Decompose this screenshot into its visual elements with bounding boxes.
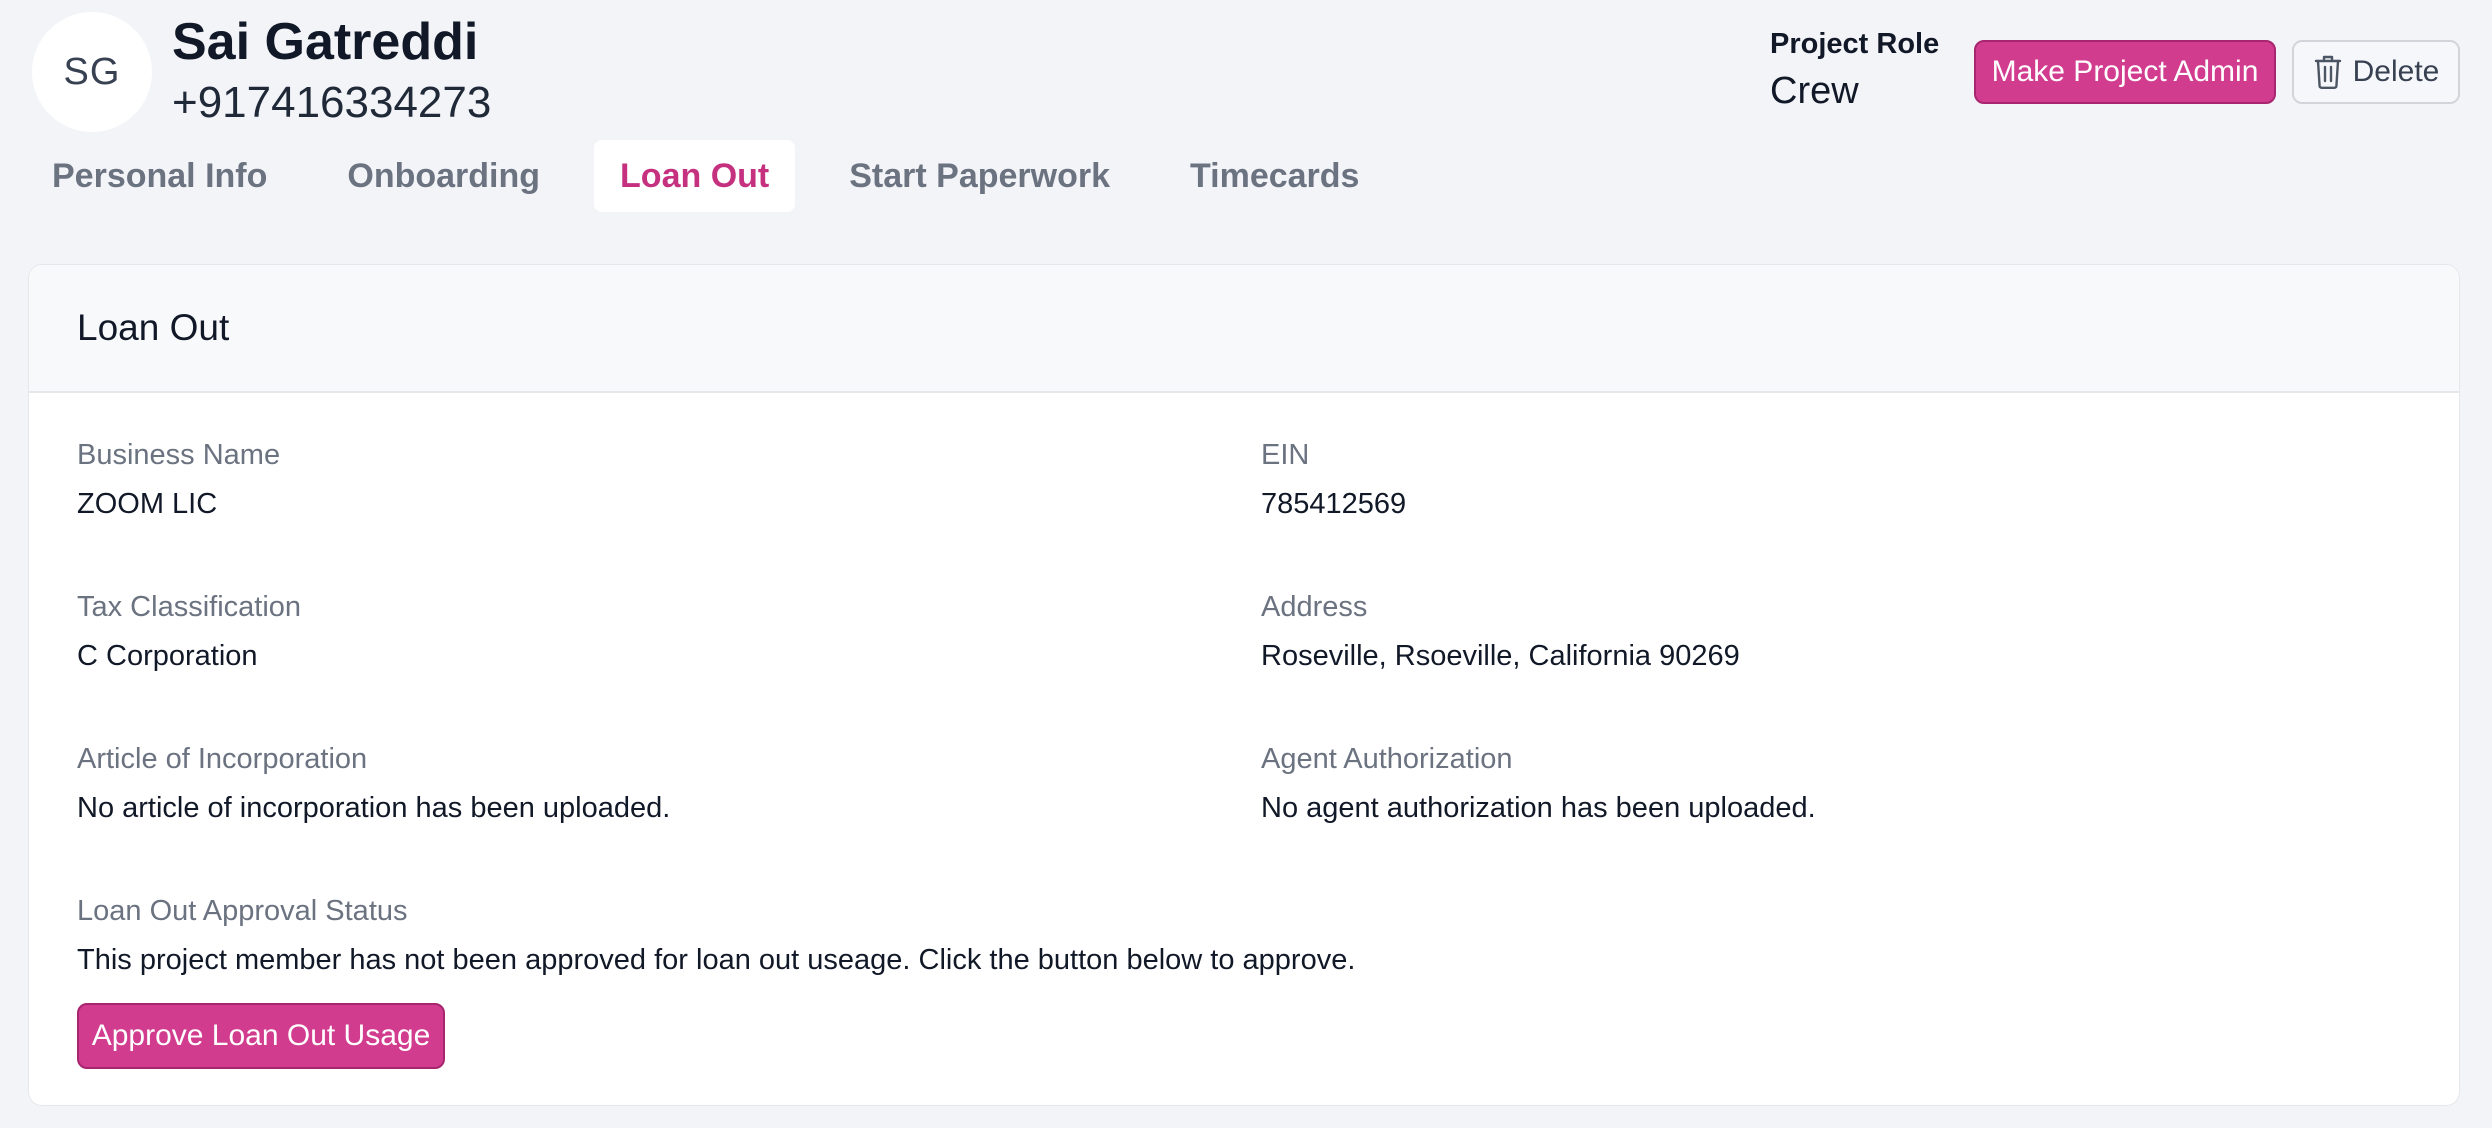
ein-field: EIN 785412569 — [1261, 439, 1406, 521]
tax-classification-label: Tax Classification — [77, 591, 302, 623]
article-value: No article of incorporation has been upl… — [77, 792, 671, 824]
business-name-value: ZOOM LIC — [77, 488, 218, 520]
agent-value: No agent authorization has been uploaded… — [1261, 792, 1816, 824]
trash-icon — [2313, 54, 2343, 90]
avatar-initials: SG — [63, 50, 121, 93]
tab-loan-out[interactable]: Loan Out — [594, 140, 796, 212]
approve-loan-out-button[interactable]: Approve Loan Out Usage — [77, 1003, 445, 1069]
tax-classification-value: C Corporation — [77, 640, 258, 672]
approval-status-field: Loan Out Approval Status This project me… — [77, 895, 1355, 977]
address-field: Address Roseville, Rsoeville, California… — [1261, 591, 1740, 673]
member-tabs: Personal Info Onboarding Loan Out Start … — [26, 140, 1413, 212]
project-role-value: Crew — [1770, 70, 1859, 112]
approval-status-label: Loan Out Approval Status — [77, 895, 408, 927]
address-label: Address — [1261, 591, 1368, 623]
project-role-label: Project Role — [1770, 28, 1940, 60]
article-of-incorporation-field: Article of Incorporation No article of i… — [77, 743, 670, 825]
member-name: Sai Gatreddi — [172, 13, 479, 71]
tab-personal-info[interactable]: Personal Info — [26, 140, 293, 212]
delete-label: Delete — [2352, 55, 2440, 88]
card-title: Loan Out — [77, 307, 230, 348]
tab-onboarding[interactable]: Onboarding — [321, 140, 566, 212]
agent-authorization-field: Agent Authorization No agent authorizati… — [1261, 743, 1816, 825]
delete-button[interactable]: Delete — [2292, 40, 2460, 104]
approval-status-value: This project member has not been approve… — [77, 944, 1356, 976]
article-label: Article of Incorporation — [77, 743, 368, 775]
avatar: SG — [32, 12, 152, 132]
tab-start-paperwork[interactable]: Start Paperwork — [823, 140, 1136, 212]
tax-classification-field: Tax Classification C Corporation — [77, 591, 301, 673]
member-header: SG Sai Gatreddi +917416334273 Project Ro… — [0, 0, 2492, 140]
agent-label: Agent Authorization — [1261, 743, 1513, 775]
address-value: Roseville, Rsoeville, California 90269 — [1261, 640, 1740, 672]
card-header: Loan Out — [29, 265, 2459, 393]
business-name-label: Business Name — [77, 439, 281, 471]
make-project-admin-button[interactable]: Make Project Admin — [1974, 40, 2276, 104]
ein-label: EIN — [1261, 439, 1310, 471]
member-phone: +917416334273 — [172, 78, 492, 127]
tab-timecards[interactable]: Timecards — [1164, 140, 1385, 212]
loan-out-card: Loan Out Business Name ZOOM LIC EIN 7854… — [28, 264, 2460, 1106]
business-name-field: Business Name ZOOM LIC — [77, 439, 280, 521]
ein-value: 785412569 — [1261, 488, 1407, 520]
